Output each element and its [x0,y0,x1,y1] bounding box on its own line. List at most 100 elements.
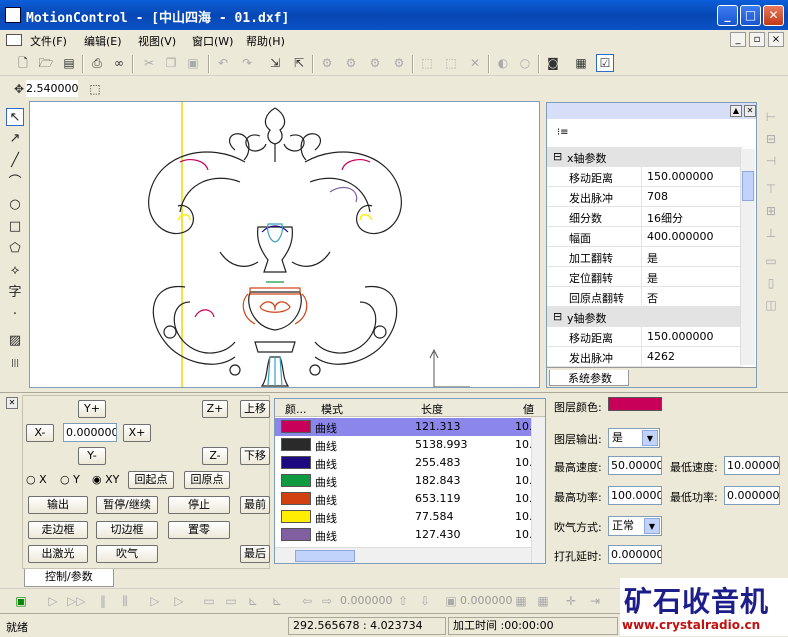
align-top-icon[interactable]: ⊤ [762,182,780,198]
layer-color-swatch[interactable] [608,397,662,411]
same-size-icon[interactable]: ◫ [762,298,780,314]
cut-icon[interactable]: ✂ [140,54,158,72]
move-up-button[interactable]: 上移 [240,400,270,418]
align-right-icon[interactable]: ⊣ [762,154,780,170]
menu-help[interactable]: 帮助(H) [246,33,285,49]
down-arrow-icon[interactable]: ⇩ [416,592,434,610]
blow-button[interactable]: 吹气 [96,545,158,563]
layer-row[interactable]: 曲线 653.119 10. [275,490,545,508]
export-icon[interactable]: ⇱ [290,54,308,72]
preview-icon[interactable]: ∞ [110,54,128,72]
last-button[interactable]: 最后 [240,545,270,563]
mdi-close-button[interactable]: × [768,32,784,47]
layer-list[interactable]: 颜... 模式 长度 値 曲线 121.313 10. 曲线 5138.993 10. 曲线… [274,398,546,564]
redo-icon[interactable]: ↷ [238,54,256,72]
cut-frame-button[interactable]: 切边框 [96,521,158,539]
y-minus-button[interactable]: Y- [78,447,106,465]
radio-xy[interactable]: ◉ XY [92,473,119,486]
new-icon[interactable]: 🗋 [14,54,32,72]
close-panel-icon[interactable]: ✕ [744,105,756,117]
image-icon[interactable]: ▨ [6,332,24,350]
layer-row[interactable]: 曲线 127.430 10. [275,526,545,544]
arrow-end-icon[interactable]: ⇥ [586,592,604,610]
copy-icon[interactable]: ❐ [162,54,180,72]
mirror-icon[interactable]: ◐ [494,54,512,72]
min-speed-input[interactable]: 10.000000 [724,456,780,475]
align-bottom-icon[interactable]: ⊥ [762,226,780,242]
menu-edit[interactable]: 编辑(E) [84,33,122,49]
tab-system-params[interactable]: 系统参数 [549,370,629,386]
output-button[interactable]: 输出 [28,496,88,514]
checklist-icon[interactable]: ☑ [596,54,614,72]
radio-x[interactable]: ○ X [26,473,47,486]
categorized-icon[interactable]: ⁝≡ [557,127,569,138]
cross-icon[interactable]: ✛ [562,592,580,610]
save-icon[interactable]: ▤ [60,54,78,72]
laser-button[interactable]: 出激光 [28,545,88,563]
layer-row[interactable]: 曲线 77.584 10. [275,508,545,526]
same-width-icon[interactable]: ▭ [762,254,780,270]
walk-frame-button[interactable]: 走边框 [28,521,88,539]
layer-row[interactable]: 曲线 5138.993 10. [275,436,545,454]
barcode-icon[interactable]: ||| [6,354,24,372]
radio-y[interactable]: ○ Y [60,473,80,486]
layer-row[interactable]: 曲线 182.843 10. [275,472,545,490]
tool-b-icon[interactable]: ⚙ [342,54,360,72]
axis2-icon[interactable]: ⊾ [268,592,286,610]
device-icon[interactable]: ◙ [544,54,562,72]
min-power-input[interactable]: 0.000000 [724,486,780,505]
max-speed-input[interactable]: 50.000000 [608,456,662,475]
open-icon[interactable]: 🗁 [37,54,55,72]
properties-scrollbar[interactable] [740,149,755,365]
prop-row[interactable]: 移动距离 150.000000 [547,167,742,187]
ellipse-icon[interactable]: ○ [6,196,24,214]
z-plus-button[interactable]: Z+ [202,400,228,418]
minimize-button[interactable]: _ [717,5,738,26]
layer-row[interactable]: 曲线 121.313 10. [275,418,545,436]
tool-d-icon[interactable]: ⚙ [390,54,408,72]
print-icon[interactable]: ⎙ [88,54,106,72]
align-left-icon[interactable]: ⊢ [762,110,780,126]
menu-file[interactable]: 文件(F) [30,33,67,49]
step-input[interactable]: 0.000000 [63,423,117,442]
curve-icon[interactable]: ⟡ [6,262,24,280]
layer-hscrollbar[interactable] [275,547,531,563]
prop-row[interactable]: 加工翻转是 [547,247,742,267]
point-icon[interactable]: · [6,306,24,324]
y-plus-button[interactable]: Y+ [78,400,106,418]
mdi-restore-button[interactable]: ▫ [749,32,765,47]
set-zero-button[interactable]: 置零 [168,521,230,539]
same-height-icon[interactable]: ▯ [762,276,780,292]
polygon-icon[interactable]: ⬠ [6,240,24,258]
play-icon[interactable]: ▷ [44,592,62,610]
layer-row[interactable]: 曲线 255.483 10. [275,454,545,472]
axis-icon[interactable]: ⊾ [244,592,262,610]
stop-button[interactable]: 停止 [168,496,230,514]
back-origin-button[interactable]: 回原点 [184,471,230,489]
tool-c-icon[interactable]: ⚙ [366,54,384,72]
origin2-icon[interactable]: ▷ [170,592,188,610]
max-power-input[interactable]: 100.000000 [608,486,662,505]
device-status-icon[interactable]: ▣ [12,592,30,610]
close-button[interactable]: ✕ [763,5,784,26]
x-minus-button[interactable]: X- [26,424,54,442]
pause-button[interactable]: 暂停/继续 [96,496,158,514]
mdi-minimize-button[interactable]: _ [730,32,746,47]
circle-icon[interactable]: ○ [516,54,534,72]
up-arrow-icon[interactable]: ⇧ [394,592,412,610]
group-x[interactable]: ⊟ x轴参数 [547,147,742,167]
text-icon[interactable]: 字 [6,284,24,302]
group-icon[interactable]: ⬚ [418,54,436,72]
z-minus-button[interactable]: Z- [202,447,228,465]
menu-window[interactable]: 窗口(W) [192,33,233,49]
step-play-icon[interactable]: ▷▷ [66,592,85,610]
prop-row[interactable]: 定位翻转是 [547,267,742,287]
right-arrow-icon[interactable]: ⇨ [318,592,336,610]
grid2-icon[interactable]: ▦ [534,592,552,610]
tool-a-icon[interactable]: ⚙ [318,54,336,72]
maximize-button[interactable]: □ [740,5,761,26]
move-down-button[interactable]: 下移 [240,447,270,465]
frame2-icon[interactable]: ▭ [222,592,240,610]
pointer-icon[interactable]: ↖ [6,108,24,126]
first-button[interactable]: 最前 [240,496,270,514]
